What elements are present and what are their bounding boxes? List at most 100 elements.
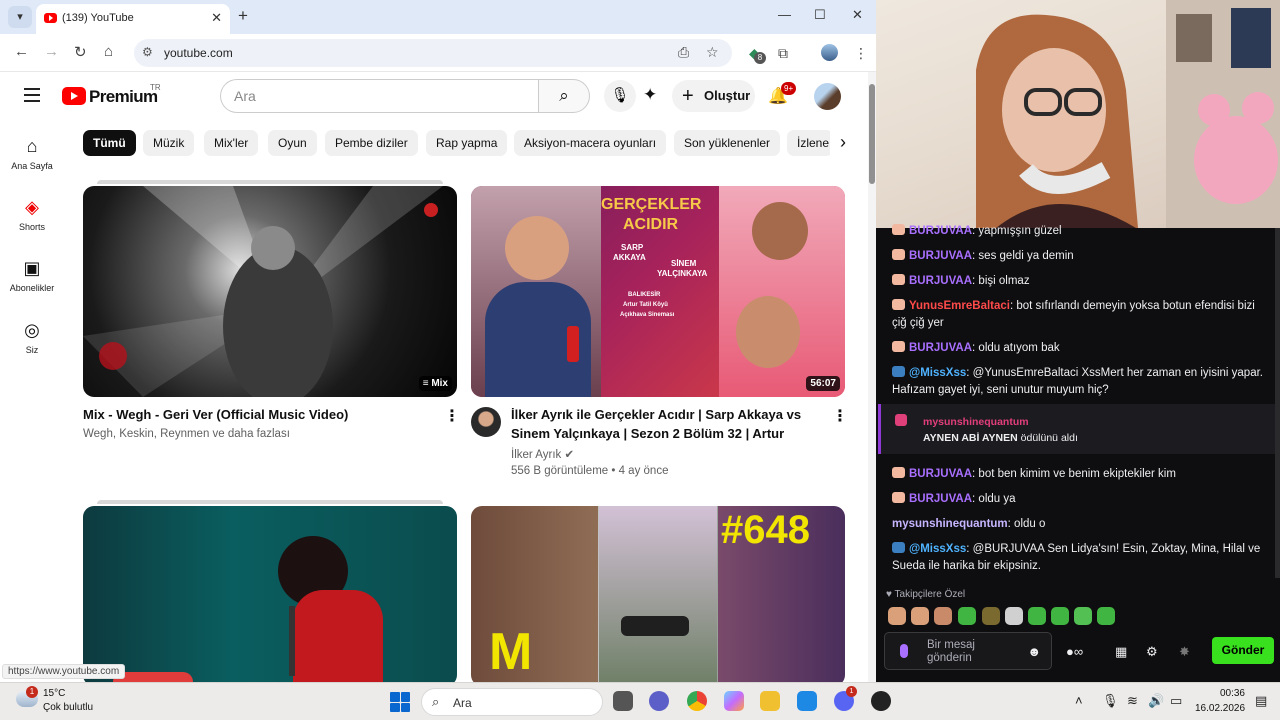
bookmark-star-icon[interactable]: ☆ — [706, 44, 719, 61]
task-view-icon[interactable] — [613, 691, 633, 711]
rail-item-you[interactable]: ◎ Siz — [0, 320, 64, 355]
chat-scrollbar[interactable] — [1275, 228, 1280, 578]
send-button[interactable]: Gönder — [1212, 637, 1274, 664]
youtube-logo-icon[interactable] — [62, 87, 86, 105]
emote-pepe-7[interactable] — [1097, 607, 1115, 625]
chip-all[interactable]: Tümü — [83, 130, 136, 156]
video-title[interactable]: İlker Ayrık ile Gerçekler Acıdır | Sarp … — [511, 405, 801, 424]
emote-pepe-3[interactable] — [1005, 607, 1023, 625]
forward-icon[interactable]: → — [44, 43, 59, 60]
sparkle-icon[interactable]: ✦ — [643, 85, 657, 105]
chip-gaming[interactable]: Oyun — [268, 130, 317, 156]
chat-username[interactable]: BURJUVAA — [909, 468, 972, 480]
emote-cat-1[interactable] — [888, 607, 906, 625]
browser-profile-avatar[interactable] — [821, 44, 838, 61]
video-thumbnail[interactable] — [83, 506, 457, 682]
chat-username[interactable]: YunusEmreBaltaci — [909, 300, 1010, 312]
tab-search-dropdown[interactable]: ▾ — [8, 6, 32, 28]
install-app-icon[interactable]: ⎙ — [678, 44, 689, 61]
wifi-icon[interactable]: ≋ — [1127, 693, 1138, 709]
chat-username[interactable]: BURJUVAA — [909, 225, 972, 237]
microphone-icon[interactable] — [900, 644, 908, 658]
search-button[interactable]: ⌕ — [538, 79, 590, 113]
reload-icon[interactable]: ↻ — [74, 43, 87, 61]
chat-app-icon[interactable] — [649, 691, 669, 711]
address-bar[interactable]: ⚙ youtube.com ⎙ ☆ — [134, 39, 732, 67]
chip-watched[interactable]: İzlene — [787, 130, 833, 156]
hamburger-menu-icon[interactable] — [24, 88, 40, 106]
page-scrollbar[interactable] — [868, 72, 876, 682]
channel-avatar[interactable] — [471, 407, 501, 437]
back-icon[interactable]: ← — [14, 43, 29, 60]
emote-pepe-2[interactable] — [982, 607, 1000, 625]
site-info-icon[interactable]: ⚙ — [142, 45, 153, 59]
emote-picker-icon[interactable]: ☻ — [1027, 644, 1041, 659]
chat-message-input[interactable]: Bir mesaj gönderin ☻ — [884, 632, 1052, 670]
settings-gear-icon[interactable]: ⚙ — [1146, 644, 1158, 660]
show-hidden-icons-chevron-icon[interactable]: ˄ — [1075, 693, 1083, 708]
maximize-icon[interactable]: ☐ — [814, 7, 826, 23]
channel-name[interactable]: İlker Ayrık ✔ — [511, 447, 574, 461]
emote-pepe-1[interactable] — [958, 607, 976, 625]
browser-menu-icon[interactable]: ⋮ — [854, 45, 868, 62]
obs-icon[interactable] — [871, 691, 891, 711]
video-title[interactable]: Mix - Wegh - Geri Ver (Official Music Vi… — [83, 405, 348, 424]
new-tab-icon[interactable]: + — [238, 6, 248, 26]
volume-icon[interactable]: 🔊 — [1148, 693, 1164, 709]
weather-description[interactable]: Çok bulutlu — [43, 702, 93, 713]
copilot-icon[interactable] — [724, 691, 744, 711]
emote-pepe-5[interactable] — [1051, 607, 1069, 625]
youtube-premium-logo[interactable]: Premium — [89, 87, 158, 107]
chip-mixes[interactable]: Mix'ler — [204, 130, 259, 156]
channel-points-icon[interactable]: ●∞ — [1066, 644, 1083, 659]
emote-cat-2[interactable] — [911, 607, 929, 625]
store-icon[interactable]: ▦ — [1115, 644, 1127, 660]
account-avatar[interactable] — [814, 83, 841, 110]
battery-icon[interactable]: ▭ — [1170, 693, 1182, 709]
chat-username[interactable]: mysunshinequantum — [892, 518, 1008, 530]
chat-username[interactable]: BURJUVAA — [909, 342, 972, 354]
create-button[interactable]: + Oluştur — [672, 80, 755, 112]
close-tab-icon[interactable]: ✕ — [211, 10, 222, 26]
video-thumbnail[interactable]: ≡ Mix — [83, 186, 457, 397]
file-explorer-icon[interactable] — [760, 691, 780, 711]
clock-date[interactable]: 16.02.2026 — [1195, 703, 1245, 714]
weather-temperature[interactable]: 15°C — [43, 688, 65, 699]
browser-tab-youtube[interactable]: (139) YouTube ✕ — [36, 4, 230, 34]
chip-rap[interactable]: Rap yapma — [426, 130, 508, 156]
video-thumbnail[interactable]: M #648 — [471, 506, 845, 682]
search-input[interactable] — [220, 79, 538, 113]
start-button-windows-icon[interactable] — [390, 692, 410, 712]
store-app-icon[interactable] — [797, 691, 817, 711]
video-title[interactable]: Sinem Yalçınkaya | Sezon 2 Bölüm 32 | Ar… — [511, 424, 784, 443]
scrollbar-thumb[interactable] — [869, 84, 875, 184]
emote-pepe-4[interactable] — [1028, 607, 1046, 625]
chip-soap-operas[interactable]: Pembe diziler — [325, 130, 418, 156]
rewards-icon[interactable]: ✸ — [1179, 644, 1190, 660]
notifications-icon[interactable]: ▤ — [1255, 693, 1267, 709]
home-icon[interactable]: ⌂ — [104, 43, 113, 60]
chips-next-chevron-icon[interactable]: › — [830, 130, 856, 156]
chat-username[interactable]: @MissXss — [909, 543, 966, 555]
chat-username[interactable]: @MissXss — [909, 367, 966, 379]
clock-time[interactable]: 00:36 — [1213, 688, 1245, 699]
chat-username[interactable]: BURJUVAA — [909, 493, 972, 505]
chat-username[interactable]: BURJUVAA — [909, 275, 972, 287]
video-menu-icon[interactable]: ⋮ — [444, 406, 460, 426]
chip-music[interactable]: Müzik — [143, 130, 195, 156]
emote-cat-3[interactable] — [934, 607, 952, 625]
rail-item-shorts[interactable]: ◈ Shorts — [0, 197, 64, 232]
video-thumbnail[interactable]: GERÇEKLER ACIDIR SARP AKKAYA SİNEM YALÇI… — [471, 186, 845, 397]
close-window-icon[interactable]: ✕ — [852, 7, 863, 23]
minimize-icon[interactable]: — — [778, 7, 791, 22]
video-menu-icon[interactable]: ⋮ — [832, 406, 848, 426]
emote-pepe-6[interactable] — [1074, 607, 1092, 625]
extensions-puzzle-icon[interactable]: ⧉ — [778, 45, 788, 62]
chat-username[interactable]: BURJUVAA — [909, 250, 972, 262]
rail-item-home[interactable]: ⌂ Ana Sayfa — [0, 136, 64, 171]
chip-recently-uploaded[interactable]: Son yüklenenler — [674, 130, 781, 156]
rail-item-subscriptions[interactable]: ▣ Abonelikler — [0, 258, 64, 293]
chrome-icon[interactable] — [687, 691, 707, 711]
microphone-icon[interactable]: 🎙 — [1102, 693, 1119, 709]
chip-action-adventure[interactable]: Aksiyon-macera oyunları — [514, 130, 667, 156]
